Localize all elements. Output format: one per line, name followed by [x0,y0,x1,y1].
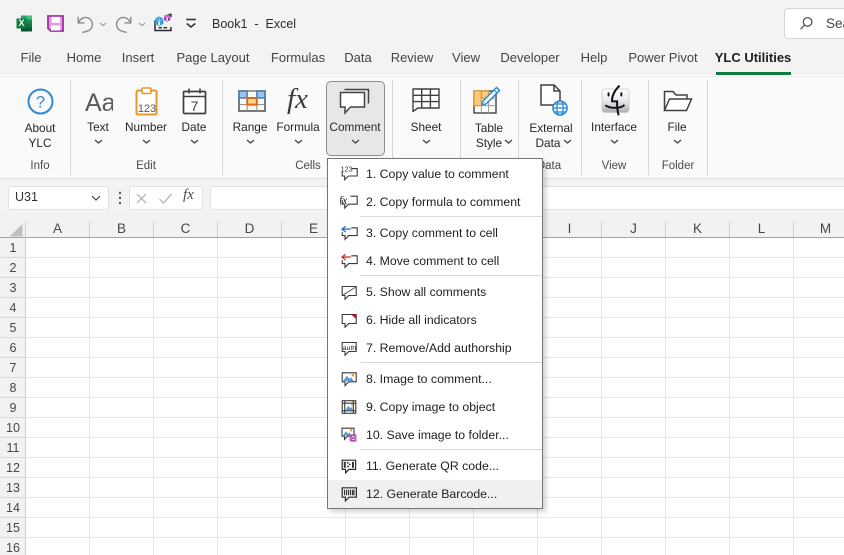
svg-text:2: 2 [10,261,17,275]
svg-text:I: I [568,221,572,236]
svg-text:fx: fx [287,84,308,115]
svg-text:10: 10 [6,421,20,435]
svg-text:13: 13 [6,481,20,495]
svg-text:J: J [630,221,637,236]
svg-text:fx: fx [340,195,348,207]
svg-text:6: 6 [10,341,17,355]
svg-text:12: 12 [6,461,20,475]
svg-text:7: 7 [191,98,199,114]
svg-text:16: 16 [6,541,20,555]
svg-text:15: 15 [6,521,20,535]
svg-text:K: K [693,221,702,236]
svg-text:123: 123 [341,166,353,173]
svg-text:3: 3 [10,281,17,295]
svg-text:8: 8 [10,381,17,395]
svg-text:Aa: Aa [85,90,113,114]
svg-text:C: C [181,221,191,236]
svg-text:A: A [53,221,62,236]
svg-text:4: 4 [10,301,17,315]
svg-text:1: 1 [10,241,17,255]
svg-text:auth: auth [343,345,356,352]
svg-text:X: X [18,18,24,28]
svg-text:M: M [820,221,831,236]
svg-text:14: 14 [6,501,20,515]
svg-text:7: 7 [10,361,17,375]
svg-text:?: ? [36,94,45,112]
svg-text:11: 11 [7,441,20,455]
svg-text:E: E [309,221,318,236]
svg-text:123: 123 [138,103,156,115]
svg-text:L: L [758,221,766,236]
svg-text:B: B [117,221,126,236]
svg-text:5: 5 [10,321,17,335]
svg-text:D: D [245,221,255,236]
svg-text:9: 9 [10,401,17,415]
